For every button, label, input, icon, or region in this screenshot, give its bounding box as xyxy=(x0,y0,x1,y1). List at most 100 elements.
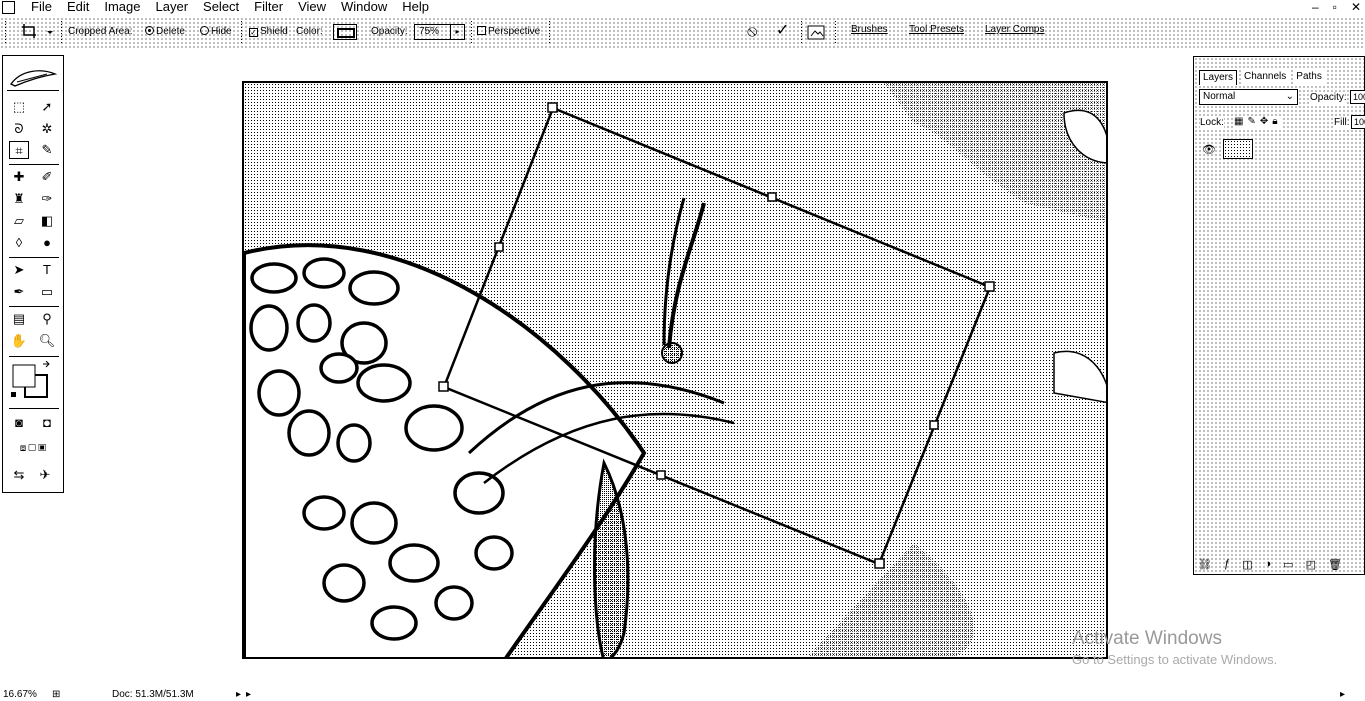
shield-checkbox[interactable]: ✓ Shield xyxy=(249,26,288,38)
tools-palette: ⬚ ➚ ᘐ ✲ ⌗ ✎ ✚ ✐ ♜ ✑ ▱ ◧ ◊ ● ➤ T ✒ ▭ ▤ ⚲ … xyxy=(2,55,64,493)
lock-label: Lock: xyxy=(1200,117,1224,129)
palette-well-layer-comps[interactable]: Layer Comps xyxy=(985,23,1044,37)
layer-row-background[interactable]: 👁︎ xyxy=(1196,137,1356,161)
color-swatches[interactable] xyxy=(9,361,57,403)
lock-icons[interactable]: ▦✎✥🔒︎ xyxy=(1234,116,1282,128)
shape-tool-icon[interactable]: ▭ xyxy=(37,283,57,301)
file-browser-icon[interactable] xyxy=(806,22,828,42)
menu-window[interactable]: Window xyxy=(341,0,387,14)
commit-crop-icon[interactable]: ✓ xyxy=(776,23,789,39)
layer-mask-icon[interactable]: ◫ xyxy=(1242,558,1252,571)
window-controls: – ▫ ✕ xyxy=(1312,0,1361,14)
opacity-label: Opacity: xyxy=(371,26,408,37)
fill-field[interactable]: 100% xyxy=(1351,115,1365,129)
separator xyxy=(9,164,59,165)
zoom-level[interactable]: 16.67% xyxy=(3,689,37,701)
lasso-tool-icon[interactable]: ᘐ xyxy=(9,120,29,138)
chevron-down-icon: ⌄ xyxy=(1285,91,1294,102)
perspective-label: Perspective xyxy=(488,26,541,37)
checkbox-empty-icon xyxy=(477,26,486,35)
layer-opacity-field[interactable]: 100% xyxy=(1350,90,1365,104)
screen-mode-icons[interactable]: ⧈▢▣ xyxy=(7,440,61,458)
layer-opacity-label: Opacity: xyxy=(1310,92,1347,104)
menu-help[interactable]: Help xyxy=(402,0,429,14)
type-tool-icon[interactable]: T xyxy=(37,261,57,279)
gradient-tool-icon[interactable]: ◧ xyxy=(37,212,57,230)
tab-paths[interactable]: Paths xyxy=(1293,70,1325,85)
menu-list: File Edit Image Layer Select Filter View… xyxy=(31,0,444,14)
eye-visibility-icon[interactable]: 👁︎ xyxy=(1202,143,1216,156)
adjustment-layer-icon[interactable]: ◑ xyxy=(1265,558,1272,571)
options-bar: Cropped Area: Delete Hide ✓ Shield Color:… xyxy=(0,17,1365,48)
restore-button[interactable]: ▫ xyxy=(1333,0,1337,14)
options-bar-grip[interactable] xyxy=(4,20,8,44)
scroll-right-icon[interactable]: ▸ xyxy=(246,689,251,701)
opacity-slider-arrow-icon[interactable]: ▸ xyxy=(450,25,464,39)
opacity-field[interactable]: 75% ▸ xyxy=(414,24,465,40)
marquee-tool-icon[interactable]: ⬚ xyxy=(9,98,29,116)
menu-filter[interactable]: Filter xyxy=(254,0,283,14)
new-group-icon[interactable]: ▭ xyxy=(1283,558,1293,571)
healing-brush-tool-icon[interactable]: ✚ xyxy=(9,168,29,186)
clone-stamp-tool-icon[interactable]: ♜ xyxy=(9,190,29,208)
document-canvas[interactable] xyxy=(242,81,1108,659)
shield-label: Shield xyxy=(260,26,288,37)
butterfly-artwork xyxy=(244,83,1106,657)
magic-wand-tool-icon[interactable]: ✲ xyxy=(37,120,57,138)
cancel-crop-icon[interactable]: ⦸ xyxy=(747,24,757,40)
shield-color-swatch[interactable] xyxy=(333,24,357,40)
quick-mask-mode-icon[interactable]: ◘ xyxy=(37,414,57,432)
delete-radio[interactable]: Delete xyxy=(145,26,185,38)
imageready-icon[interactable]: ✈ xyxy=(35,466,55,484)
menu-image[interactable]: Image xyxy=(104,0,140,14)
pen-tool-icon[interactable]: ✒ xyxy=(9,283,29,301)
separator xyxy=(834,20,838,44)
layer-thumbnail xyxy=(1223,139,1253,159)
new-layer-icon[interactable]: ◰ xyxy=(1306,558,1316,571)
history-brush-tool-icon[interactable]: ✑ xyxy=(37,190,57,208)
move-tool-icon[interactable]: ➚ xyxy=(37,98,57,116)
menu-select[interactable]: Select xyxy=(203,0,239,14)
blur-tool-icon[interactable]: ◊ xyxy=(9,234,29,252)
minimize-button[interactable]: – xyxy=(1312,0,1319,14)
delete-layer-icon[interactable]: 🗑︎ xyxy=(1328,558,1342,571)
menu-edit[interactable]: Edit xyxy=(67,0,89,14)
menu-file[interactable]: File xyxy=(31,0,52,14)
separator xyxy=(240,20,244,44)
crop-tool-preset-icon[interactable] xyxy=(18,22,56,42)
scroll-end-icon[interactable]: ▸ xyxy=(1340,689,1345,701)
path-selection-tool-icon[interactable]: ➤ xyxy=(9,261,29,279)
crop-tool-icon[interactable]: ⌗ xyxy=(9,141,29,159)
delete-label: Delete xyxy=(156,26,185,37)
standard-mode-icon[interactable]: ◙ xyxy=(9,414,29,432)
color-label: Color: xyxy=(296,26,323,37)
photoshop-feather-logo[interactable] xyxy=(7,64,59,91)
brush-tool-icon[interactable]: ✐ xyxy=(37,168,57,186)
document-icon[interactable]: ⊞ xyxy=(52,689,60,701)
perspective-checkbox[interactable]: Perspective xyxy=(477,26,540,38)
menu-view[interactable]: View xyxy=(298,0,326,14)
palette-well-brushes[interactable]: Brushes xyxy=(851,23,888,37)
hand-tool-icon[interactable]: ✋ xyxy=(9,332,29,350)
tab-layers[interactable]: Layers xyxy=(1199,70,1238,85)
layer-style-icon[interactable]: ƒ xyxy=(1224,558,1230,571)
jump-to-imageready-icon[interactable]: ⇆ xyxy=(9,466,29,484)
status-menu-arrow-icon[interactable]: ▸ xyxy=(236,689,241,701)
eraser-tool-icon[interactable]: ▱ xyxy=(9,212,29,230)
fill-label: Fill: xyxy=(1334,117,1350,129)
notes-tool-icon[interactable]: ▤ xyxy=(9,310,29,328)
zoom-tool-icon[interactable]: 🔍︎ xyxy=(37,332,57,350)
dodge-tool-icon[interactable]: ● xyxy=(37,234,57,252)
link-layers-icon[interactable]: ⛓ xyxy=(1198,558,1212,571)
palette-well-tool-presets[interactable]: Tool Presets xyxy=(909,23,964,37)
hide-radio[interactable]: Hide xyxy=(200,26,232,38)
tab-channels[interactable]: Channels xyxy=(1241,70,1290,85)
separator xyxy=(9,306,59,307)
photoshop-app-icon[interactable] xyxy=(2,1,15,14)
eyedropper-tool-icon[interactable]: ⚲ xyxy=(37,310,57,328)
menu-layer[interactable]: Layer xyxy=(156,0,189,14)
slice-tool-icon[interactable]: ✎ xyxy=(37,141,57,159)
layers-panel: Layers Channels Paths Normal ⌄ Opacity: 1… xyxy=(1193,56,1365,575)
close-button[interactable]: ✕ xyxy=(1351,0,1361,14)
blend-mode-select[interactable]: Normal ⌄ xyxy=(1199,89,1298,105)
